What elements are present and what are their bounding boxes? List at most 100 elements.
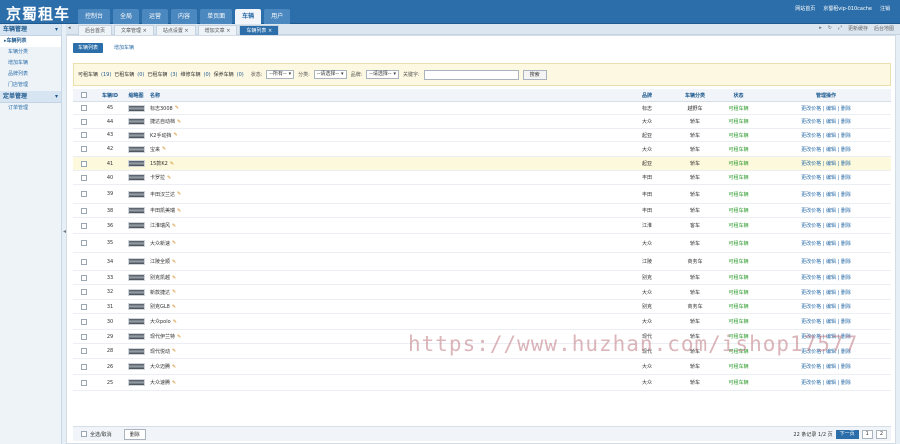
change-price-link[interactable]: 更改价格 <box>801 275 821 281</box>
edit-pencil-icon[interactable]: ✎ <box>172 275 176 281</box>
delete-link[interactable]: 删除 <box>841 119 851 125</box>
car-thumbnail[interactable] <box>127 145 145 153</box>
refresh-icon[interactable]: ↻ <box>828 25 832 32</box>
tab-1[interactable]: 文章管理 × <box>114 25 154 35</box>
close-icon[interactable]: × <box>225 28 230 34</box>
tab-0[interactable]: 后台首页 <box>78 25 113 35</box>
tab-prev-icon[interactable]: ◂ <box>68 25 71 31</box>
top-nav-item[interactable]: 控制台 <box>78 9 111 24</box>
change-price-link[interactable]: 更改价格 <box>801 106 821 112</box>
row-checkbox[interactable] <box>81 303 87 310</box>
delete-link[interactable]: 删除 <box>841 304 851 310</box>
change-price-link[interactable]: 更改价格 <box>801 304 821 310</box>
car-name[interactable]: 江陵全顺 <box>150 258 170 265</box>
car-name[interactable]: 别克凯越 <box>150 274 170 281</box>
col-id[interactable]: 车辆ID <box>95 92 125 99</box>
top-nav-item[interactable]: 全局 <box>113 9 140 24</box>
row-checkbox[interactable] <box>81 240 87 246</box>
status-count[interactable]: 保养车辆 (0) <box>214 72 244 78</box>
row-checkbox[interactable] <box>81 207 87 214</box>
car-thumbnail[interactable] <box>127 379 145 386</box>
car-name[interactable]: 大众新速 <box>150 240 170 247</box>
change-price-link[interactable]: 更改价格 <box>801 192 821 198</box>
delete-link[interactable]: 删除 <box>841 175 851 181</box>
delete-link[interactable]: 删除 <box>841 223 851 229</box>
row-checkbox[interactable] <box>81 258 87 265</box>
car-name[interactable]: 丰田汉兰达 <box>150 191 175 198</box>
close-icon[interactable]: × <box>266 28 272 34</box>
sidebar-item[interactable]: 品牌列表 <box>0 69 61 80</box>
edit-pencil-icon[interactable]: ✎ <box>173 132 177 138</box>
car-thumbnail[interactable] <box>127 190 145 198</box>
brand-select[interactable]: --请选择-- ▾ <box>366 70 399 79</box>
sidebar-item[interactable]: 增加车辆 <box>0 58 61 69</box>
edit-link[interactable]: 编辑 <box>826 275 836 281</box>
edit-link[interactable]: 编辑 <box>826 364 836 370</box>
car-thumbnail[interactable] <box>127 363 145 370</box>
car-thumbnail[interactable] <box>127 303 145 310</box>
row-checkbox[interactable] <box>81 333 87 340</box>
row-checkbox[interactable] <box>81 132 87 138</box>
tab-next-icon[interactable]: ▸ <box>819 25 822 32</box>
change-price-link[interactable]: 更改价格 <box>801 175 821 181</box>
top-nav-item[interactable]: 单页面 <box>200 9 233 24</box>
row-checkbox[interactable] <box>81 160 87 167</box>
change-price-link[interactable]: 更改价格 <box>801 147 821 153</box>
row-checkbox[interactable] <box>81 318 87 325</box>
delete-link[interactable]: 删除 <box>841 364 851 370</box>
car-thumbnail[interactable] <box>127 318 145 325</box>
top-nav-item[interactable]: 用户 <box>264 9 291 24</box>
edit-link[interactable]: 编辑 <box>826 208 836 214</box>
row-checkbox[interactable] <box>81 174 87 181</box>
sidebar-group-header[interactable]: 车辆管理 ▾ <box>0 24 61 36</box>
car-thumbnail[interactable] <box>127 222 145 229</box>
car-name[interactable]: 现代伊兰特 <box>150 333 175 340</box>
car-thumbnail[interactable] <box>127 333 145 340</box>
next-page-button[interactable]: 下一页 <box>835 430 859 439</box>
edit-link[interactable]: 编辑 <box>826 161 836 167</box>
edit-pencil-icon[interactable]: ✎ <box>162 146 166 152</box>
top-nav-item[interactable]: 车辆 <box>235 9 262 24</box>
change-price-link[interactable]: 更改价格 <box>801 223 821 229</box>
change-price-link[interactable]: 更改价格 <box>801 290 821 296</box>
edit-pencil-icon[interactable]: ✎ <box>173 319 177 325</box>
top-link[interactable]: 京蜀租vip-010cache <box>823 5 872 12</box>
change-price-link[interactable]: 更改价格 <box>801 133 821 139</box>
backend-map-link[interactable]: 后台地图 <box>874 25 894 32</box>
sidebar-item[interactable]: ▸车辆列表 <box>0 36 61 47</box>
car-thumbnail[interactable] <box>127 239 145 247</box>
bulk-delete-button[interactable]: 删除 <box>123 428 146 440</box>
edit-pencil-icon[interactable]: ✎ <box>172 364 176 370</box>
sidebar-group-header[interactable]: 定单管理 ▾ <box>0 91 61 103</box>
car-name[interactable]: 大众polo <box>150 318 171 325</box>
change-price-link[interactable]: 更改价格 <box>801 380 821 386</box>
edit-pencil-icon[interactable]: ✎ <box>172 289 176 295</box>
sidebar-item[interactable]: 订单管理 <box>0 103 61 114</box>
status-select[interactable]: --所有-- ▾ <box>266 70 295 79</box>
row-checkbox[interactable] <box>81 348 87 354</box>
change-price-link[interactable]: 更改价格 <box>801 161 821 167</box>
edit-link[interactable]: 编辑 <box>826 192 836 198</box>
edit-link[interactable]: 编辑 <box>826 241 836 247</box>
car-thumbnail[interactable] <box>127 174 145 181</box>
car-thumbnail[interactable] <box>127 274 145 281</box>
status-count[interactable]: 可租车辆 (19) <box>78 72 111 78</box>
change-price-link[interactable]: 更改价格 <box>801 119 821 125</box>
car-name[interactable]: 现代悦动 <box>150 348 170 355</box>
row-checkbox[interactable] <box>81 118 87 125</box>
edit-link[interactable]: 编辑 <box>826 290 836 296</box>
delete-link[interactable]: 删除 <box>841 147 851 153</box>
edit-link[interactable]: 编辑 <box>826 119 836 125</box>
edit-link[interactable]: 编辑 <box>826 304 836 310</box>
car-thumbnail[interactable] <box>127 288 145 296</box>
delete-link[interactable]: 删除 <box>841 290 851 296</box>
page-2[interactable]: 2 <box>875 430 887 439</box>
car-thumbnail[interactable] <box>127 258 145 265</box>
edit-link[interactable]: 编辑 <box>826 133 836 139</box>
search-button[interactable]: 搜索 <box>522 69 547 80</box>
edit-pencil-icon[interactable]: ✎ <box>172 348 176 354</box>
change-price-link[interactable]: 更改价格 <box>801 259 821 265</box>
sidebar-item[interactable]: 车辆分类 <box>0 47 61 58</box>
edit-pencil-icon[interactable]: ✎ <box>170 161 174 167</box>
delete-link[interactable]: 删除 <box>841 259 851 265</box>
